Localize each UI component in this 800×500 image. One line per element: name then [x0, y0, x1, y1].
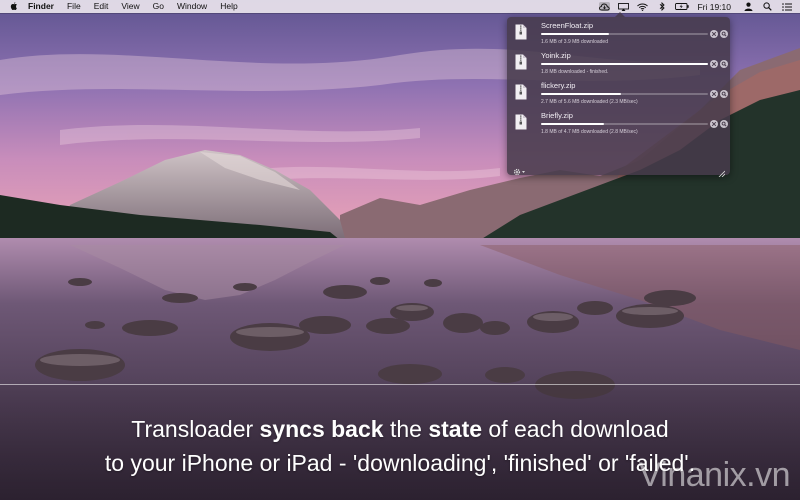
menu-file[interactable]: File: [67, 0, 81, 13]
bluetooth-icon[interactable]: [656, 2, 667, 11]
menubar-clock[interactable]: Fri 19:10: [697, 2, 731, 12]
zip-file-icon: [515, 114, 527, 130]
download-progress-fill: [541, 63, 708, 65]
caption-line-1: Transloader syncs back the state of each…: [131, 416, 669, 442]
cancel-download-button[interactable]: [710, 30, 718, 38]
download-progress-bar: [541, 33, 708, 35]
download-item[interactable]: Yoink.zip 1.8 MB downloaded - finished.: [513, 51, 728, 79]
download-status: 1.8 MB of 4.7 MB downloaded (2.8 MB/sec): [541, 129, 638, 135]
airplay-icon[interactable]: [618, 2, 630, 11]
menu-edit[interactable]: Edit: [94, 0, 109, 13]
download-progress-fill: [541, 33, 610, 35]
spotlight-icon[interactable]: [762, 2, 773, 11]
download-progress-bar: [541, 63, 708, 65]
download-name: Yoink.zip: [541, 51, 571, 60]
download-name: flickery.zip: [541, 81, 576, 90]
apple-icon[interactable]: [10, 2, 20, 11]
reveal-in-finder-button[interactable]: [720, 60, 728, 68]
resize-handle-icon[interactable]: [718, 164, 726, 178]
settings-gear-icon[interactable]: [513, 163, 527, 176]
download-progress-bar: [541, 93, 708, 95]
download-item[interactable]: flickery.zip 2.7 MB of 5.6 MB downloaded…: [513, 81, 728, 109]
reveal-in-finder-button[interactable]: [720, 90, 728, 98]
zip-file-icon: [515, 54, 527, 70]
cancel-download-button[interactable]: [710, 120, 718, 128]
download-item[interactable]: ScreenFloat.zip 1.6 MB of 3.9 MB downloa…: [513, 21, 728, 49]
download-status: 1.6 MB of 3.9 MB downloaded: [541, 39, 608, 45]
menu-view[interactable]: View: [121, 0, 139, 13]
reveal-in-finder-button[interactable]: [720, 30, 728, 38]
cancel-download-button[interactable]: [710, 90, 718, 98]
cancel-download-button[interactable]: [710, 60, 718, 68]
download-name: Briefly.zip: [541, 111, 573, 120]
download-name: ScreenFloat.zip: [541, 21, 594, 30]
user-icon[interactable]: [743, 2, 754, 11]
battery-icon[interactable]: [675, 2, 690, 11]
download-status: 2.7 MB of 5.6 MB downloaded (2.3 MB/sec): [541, 99, 638, 105]
download-item[interactable]: Briefly.zip 1.8 MB of 4.7 MB downloaded …: [513, 111, 728, 139]
downloads-popover: ScreenFloat.zip 1.6 MB of 3.9 MB downloa…: [507, 12, 730, 178]
menu-help[interactable]: Help: [220, 0, 237, 13]
reveal-in-finder-button[interactable]: [720, 120, 728, 128]
zip-file-icon: [515, 84, 527, 100]
menu-bar: Finder File Edit View Go Window Help Fri…: [0, 0, 800, 13]
wifi-icon[interactable]: [637, 2, 649, 11]
menu-window[interactable]: Window: [177, 0, 207, 13]
download-progress-fill: [541, 123, 605, 125]
download-status: 1.8 MB downloaded - finished.: [541, 69, 609, 75]
zip-file-icon: [515, 24, 527, 40]
menu-app-finder[interactable]: Finder: [28, 0, 54, 13]
caption-divider: [0, 384, 800, 385]
watermark: Vinanix.vn: [638, 456, 791, 494]
transloader-icon[interactable]: [599, 2, 611, 11]
menu-go[interactable]: Go: [153, 0, 164, 13]
download-progress-fill: [541, 93, 622, 95]
notification-center-icon[interactable]: [781, 2, 792, 11]
download-progress-bar: [541, 123, 708, 125]
